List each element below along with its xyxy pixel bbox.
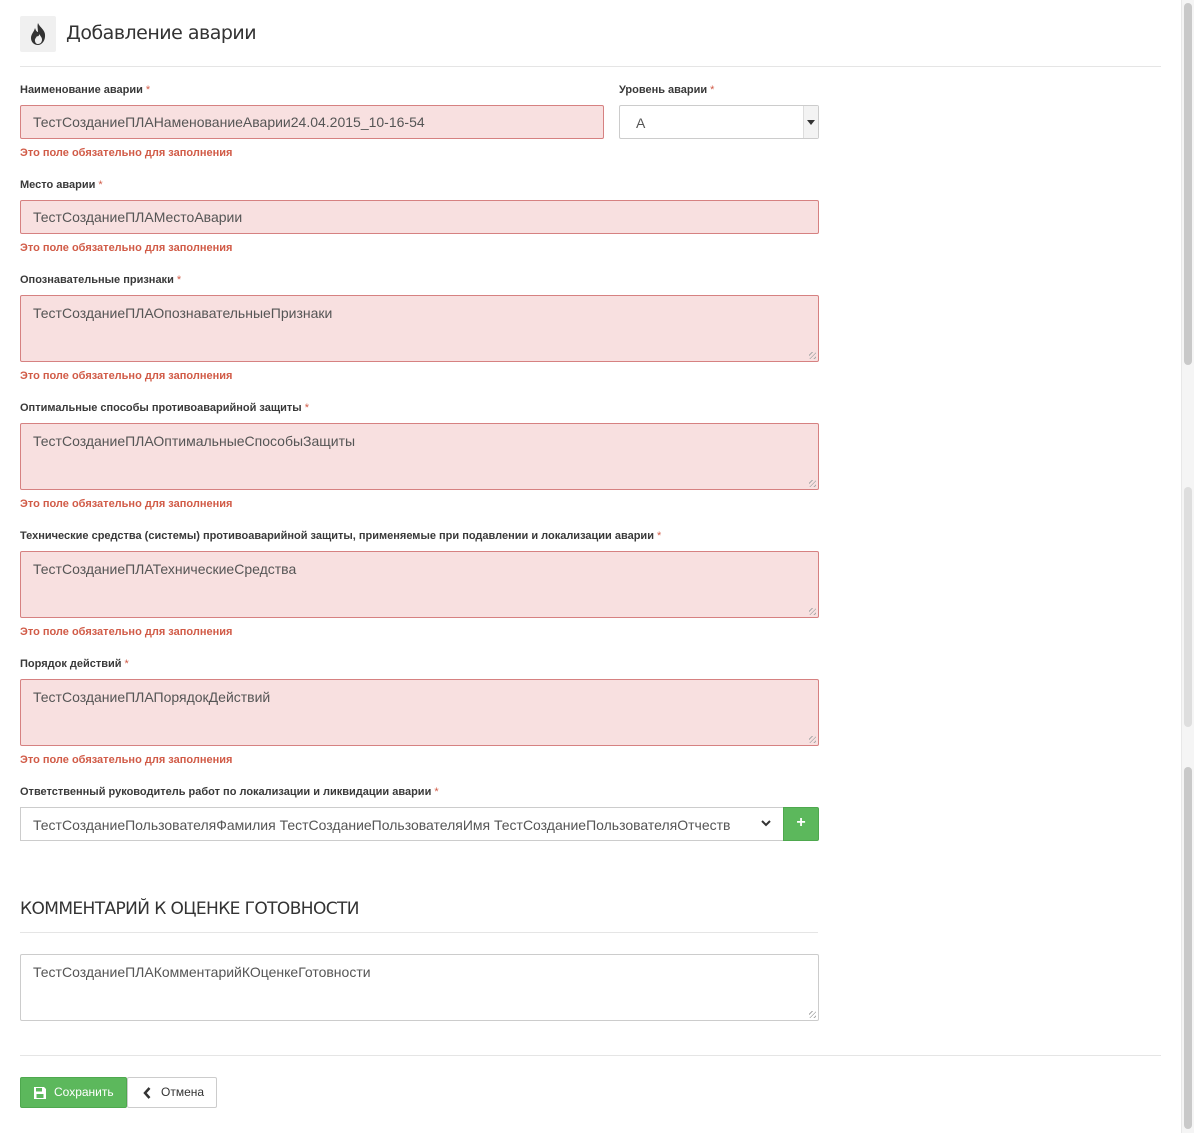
accident-level-value: А — [636, 115, 646, 131]
accident-place-value: ТестСозданиеПЛАМестоАварии — [33, 209, 243, 225]
add-responsible-button[interactable]: + — [783, 807, 819, 841]
page-title: Добавление аварии — [66, 22, 257, 44]
tech-textarea[interactable]: ТестСозданиеПЛАТехническиеСредства — [20, 551, 819, 618]
resize-grip-icon[interactable] — [809, 608, 816, 615]
order-error: Это поле обязательно для заполнения — [20, 754, 233, 766]
accident-level-label-text: Уровень аварии — [619, 84, 708, 96]
chevron-down-icon — [761, 820, 771, 827]
accident-name-label: Наименование аварии * — [20, 84, 150, 96]
required-mark: * — [98, 179, 103, 191]
resize-grip-icon[interactable] — [809, 736, 816, 743]
required-mark: * — [145, 84, 151, 96]
signs-label-text: Опознавательные признаки — [20, 274, 174, 286]
page-scrollbar[interactable] — [1181, 0, 1194, 1133]
order-label: Порядок действий * — [20, 658, 129, 670]
cancel-button-label: Отмена — [161, 1085, 205, 1099]
chevron-left-icon — [143, 1087, 151, 1099]
accident-place-input[interactable]: ТестСозданиеПЛАМестоАварии — [20, 200, 819, 234]
methods-label: Оптимальные способы противоаварийной защ… — [20, 402, 309, 414]
accident-level-select[interactable]: А — [619, 105, 819, 139]
resize-grip-icon[interactable] — [809, 352, 816, 359]
comment-textarea[interactable]: ТестСозданиеПЛАКомментарийКОценкеГотовно… — [20, 954, 819, 1021]
accident-name-value: ТестСозданиеПЛАНаменованиеАварии24.04.20… — [33, 114, 425, 130]
cancel-button[interactable]: Отмена — [127, 1077, 217, 1108]
scrollbar-thumb[interactable] — [1184, 487, 1192, 727]
order-textarea[interactable]: ТестСозданиеПЛАПорядокДействий — [20, 679, 819, 746]
methods-value: ТестСозданиеПЛАОптимальныеСпособыЗащиты — [33, 433, 356, 449]
comment-value: ТестСозданиеПЛАКомментарийКОценкеГотовно… — [33, 964, 371, 980]
resize-grip-icon[interactable] — [809, 1011, 816, 1018]
tech-label: Технические средства (системы) противоав… — [20, 530, 661, 542]
accident-name-label-text: Наименование аварии — [20, 84, 143, 96]
resize-grip-icon[interactable] — [809, 480, 816, 487]
floppy-disk-icon — [34, 1087, 46, 1099]
responsible-value: ТестСозданиеПользователяФамилия ТестСозд… — [33, 817, 731, 833]
required-mark: * — [304, 402, 309, 414]
save-button[interactable]: Сохранить — [20, 1077, 127, 1108]
accident-level-label: Уровень аварии * — [619, 84, 714, 96]
footer-divider — [20, 1055, 1161, 1056]
methods-textarea[interactable]: ТестСозданиеПЛАОптимальныеСпособыЗащиты — [20, 423, 819, 490]
required-mark: * — [176, 274, 182, 286]
signs-textarea[interactable]: ТестСозданиеПЛАОпознавательныеПризнаки — [20, 295, 819, 362]
responsible-label-text: Ответственный руководитель работ по лока… — [20, 786, 432, 798]
accident-place-label: Место аварии * — [20, 179, 103, 191]
tech-error: Это поле обязательно для заполнения — [20, 626, 233, 638]
fire-icon — [20, 16, 56, 52]
save-button-label: Сохранить — [54, 1085, 114, 1099]
accident-place-label-text: Место аварии — [20, 179, 96, 191]
accident-name-input[interactable]: ТестСозданиеПЛАНаменованиеАварии24.04.20… — [20, 105, 604, 139]
required-mark: * — [434, 786, 439, 798]
order-value: ТестСозданиеПЛАПорядокДействий — [33, 689, 271, 705]
required-mark: * — [124, 658, 129, 670]
required-mark: * — [656, 530, 662, 542]
methods-label-text: Оптимальные способы противоаварийной защ… — [20, 402, 302, 414]
scrollbar-thumb[interactable] — [1184, 3, 1192, 365]
responsible-select[interactable]: ТестСозданиеПользователяФамилия ТестСозд… — [20, 807, 784, 841]
accident-name-error: Это поле обязательно для заполнения — [20, 147, 233, 159]
comment-section-title: КОММЕНТАРИЙ К ОЦЕНКЕ ГОТОВНОСТИ — [20, 899, 360, 919]
page-header: Добавление аварии — [20, 16, 1161, 67]
responsible-label: Ответственный руководитель работ по лока… — [20, 786, 439, 798]
order-label-text: Порядок действий — [20, 658, 122, 670]
signs-value: ТестСозданиеПЛАОпознавательныеПризнаки — [33, 305, 333, 321]
scrollbar-thumb[interactable] — [1184, 767, 1192, 1129]
tech-label-text: Технические средства (системы) противоав… — [20, 530, 654, 542]
methods-error: Это поле обязательно для заполнения — [20, 498, 233, 510]
dropdown-arrow-icon — [803, 106, 818, 138]
signs-label: Опознавательные признаки * — [20, 274, 181, 286]
section-divider — [20, 932, 818, 933]
tech-value: ТестСозданиеПЛАТехническиеСредства — [33, 561, 297, 577]
signs-error: Это поле обязательно для заполнения — [20, 370, 233, 382]
accident-place-error: Это поле обязательно для заполнения — [20, 242, 233, 254]
required-mark: * — [710, 84, 715, 96]
